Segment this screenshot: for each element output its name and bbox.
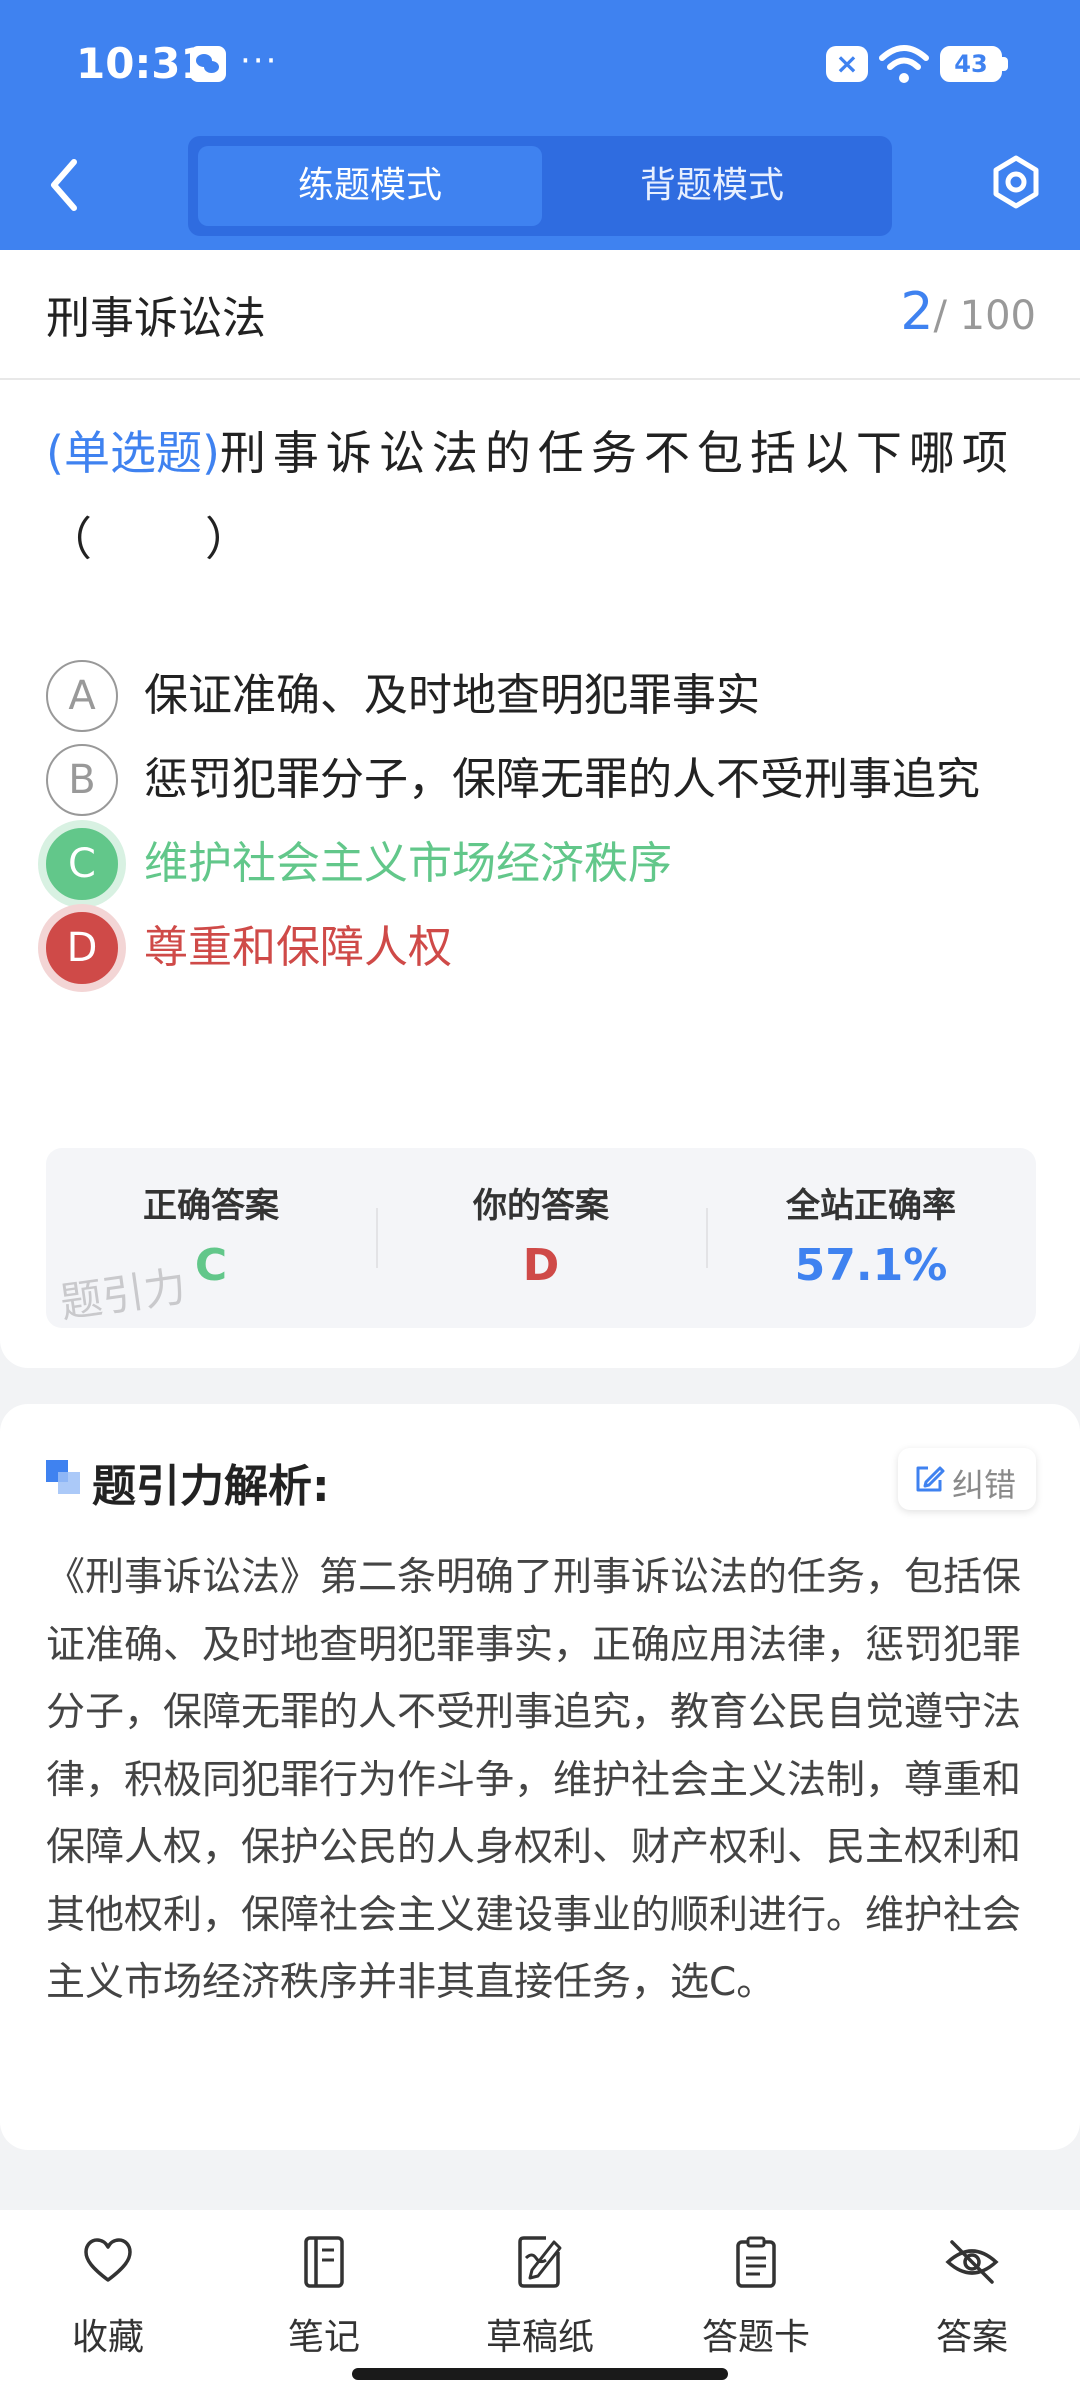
- tab-practice-mode[interactable]: 练题模式: [198, 146, 542, 226]
- nav-answer-sheet[interactable]: 答题卡: [676, 2234, 836, 2374]
- option-letter: D: [46, 912, 118, 984]
- clipboard-icon: [736, 2236, 776, 2288]
- option-letter: B: [46, 744, 118, 816]
- edit-icon: [916, 1466, 945, 1492]
- answer-stats: 正确答案 C 你的答案 D 全站正确率 57.1%: [46, 1148, 1036, 1328]
- counter-total: / 100: [933, 293, 1036, 339]
- no-sim-icon: ×: [826, 46, 868, 82]
- analysis-card: 题引力解析: 纠错 《刑事诉讼法》第二条明确了刑事诉讼法的任务，包括保证准确、及…: [0, 1404, 1080, 2150]
- eye-off-icon: [945, 2240, 999, 2284]
- nav-label: 草稿纸: [485, 2317, 594, 2358]
- option-text: 尊重和保障人权: [144, 922, 452, 973]
- analysis-text: 《刑事诉讼法》第二条明确了刑事诉讼法的任务，包括保证准确、及时地查明犯罪事实，正…: [46, 1555, 1022, 2005]
- more-notifications-icon: ···: [240, 41, 279, 81]
- nav-label: 答案: [935, 2317, 1008, 2358]
- option-text: 保证准确、及时地查明犯罪事实: [144, 670, 760, 721]
- option-a[interactable]: A 保证准确、及时地查明犯罪事实: [46, 660, 1046, 732]
- back-button[interactable]: [40, 152, 90, 218]
- battery-icon: 43: [940, 46, 1002, 82]
- subject-row: 刑事诉讼法 2/ 100: [0, 250, 1080, 380]
- stat-accuracy: 全站正确率 57.1%: [706, 1148, 1036, 1328]
- stat-label: 正确答案: [143, 1186, 279, 1226]
- report-error-label: 纠错: [952, 1466, 1017, 1504]
- question-card: 刑事诉讼法 2/ 100 (单选题)刑事诉讼法的任务不包括以下哪项（ ） A 保…: [0, 250, 1080, 1368]
- tab-memorize-mode[interactable]: 背题模式: [540, 146, 884, 226]
- notebook-icon: [304, 2236, 344, 2288]
- option-c[interactable]: C 维护社会主义市场经济秩序: [46, 828, 1046, 900]
- analysis-icon: [46, 1460, 80, 1494]
- option-letter: C: [46, 828, 118, 900]
- status-bar: 10:31 ··· × 43: [0, 38, 1080, 90]
- analysis-title: 题引力解析:: [92, 1461, 330, 1512]
- option-text: 惩罚犯罪分子，保障无罪的人不受刑事追究: [144, 754, 980, 805]
- stat-your-answer: 你的答案 D: [376, 1148, 706, 1328]
- nav-notes[interactable]: 笔记: [244, 2234, 404, 2374]
- nav-draft[interactable]: 草稿纸: [460, 2234, 620, 2374]
- option-text: 维护社会主义市场经济秩序: [144, 838, 672, 889]
- battery-cap: [1002, 57, 1008, 71]
- nav-label: 答题卡: [701, 2317, 810, 2358]
- heart-icon: [84, 2238, 132, 2282]
- stat-value: D: [522, 1240, 560, 1291]
- stat-value: 57.1%: [794, 1240, 948, 1291]
- nav-label: 笔记: [287, 2317, 360, 2358]
- draft-icon: [518, 2236, 562, 2288]
- nav-show-answer[interactable]: 答案: [892, 2234, 1052, 2374]
- question-type: (单选题): [46, 426, 220, 480]
- settings-button[interactable]: [988, 152, 1044, 212]
- wifi-icon: [879, 45, 929, 83]
- subject-title: 刑事诉讼法: [46, 293, 266, 344]
- report-error-button[interactable]: 纠错: [898, 1448, 1036, 1510]
- counter-current: 2: [900, 282, 934, 342]
- stat-label: 你的答案: [473, 1186, 609, 1226]
- app-header: 10:31 ··· × 43 练题模式 背题模式: [0, 0, 1080, 250]
- mode-switch: 练题模式 背题模式: [188, 136, 892, 236]
- option-b[interactable]: B 惩罚犯罪分子，保障无罪的人不受刑事追究: [46, 744, 1046, 816]
- nav-favorite[interactable]: 收藏: [28, 2234, 188, 2374]
- option-letter: A: [46, 660, 118, 732]
- wechat-icon: [190, 46, 226, 82]
- question-counter: 2/ 100: [900, 282, 1036, 342]
- home-indicator[interactable]: [352, 2368, 728, 2380]
- stat-label: 全站正确率: [786, 1186, 956, 1226]
- nav-label: 收藏: [71, 2317, 144, 2358]
- question-text: (单选题)刑事诉讼法的任务不包括以下哪项（ ）: [46, 410, 1036, 582]
- option-d[interactable]: D 尊重和保障人权: [46, 912, 1046, 984]
